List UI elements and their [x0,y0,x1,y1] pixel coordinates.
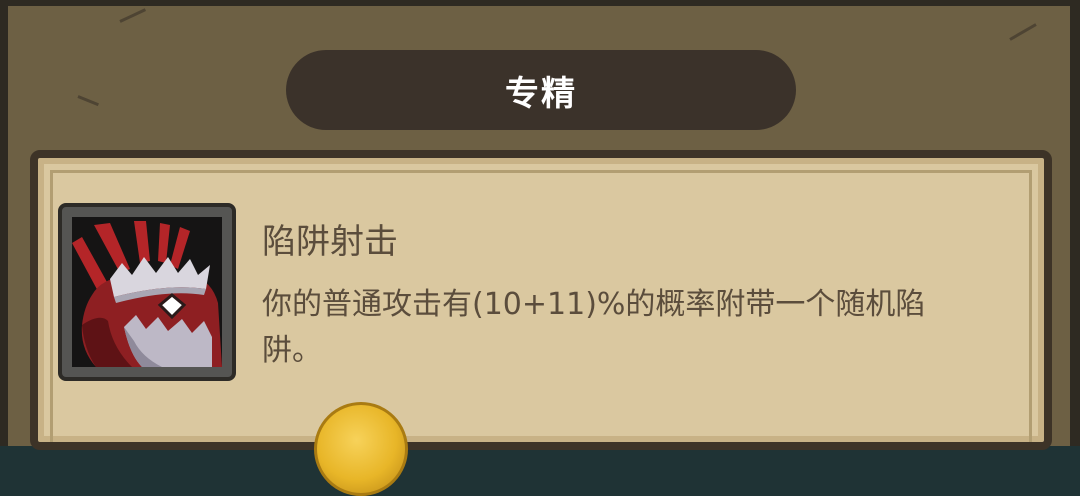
skill-icon-frame[interactable] [58,203,236,381]
skill-description: 你的普通攻击有(10+11)%的概率附带一个随机陷阱。 [262,287,926,368]
gold-coin-icon [314,402,408,496]
panel-title: 专精 [505,73,577,114]
trap-jaw-icon [72,217,222,367]
title-banner: 专精 [286,50,796,130]
skill-name: 陷阱射击 [262,222,398,262]
